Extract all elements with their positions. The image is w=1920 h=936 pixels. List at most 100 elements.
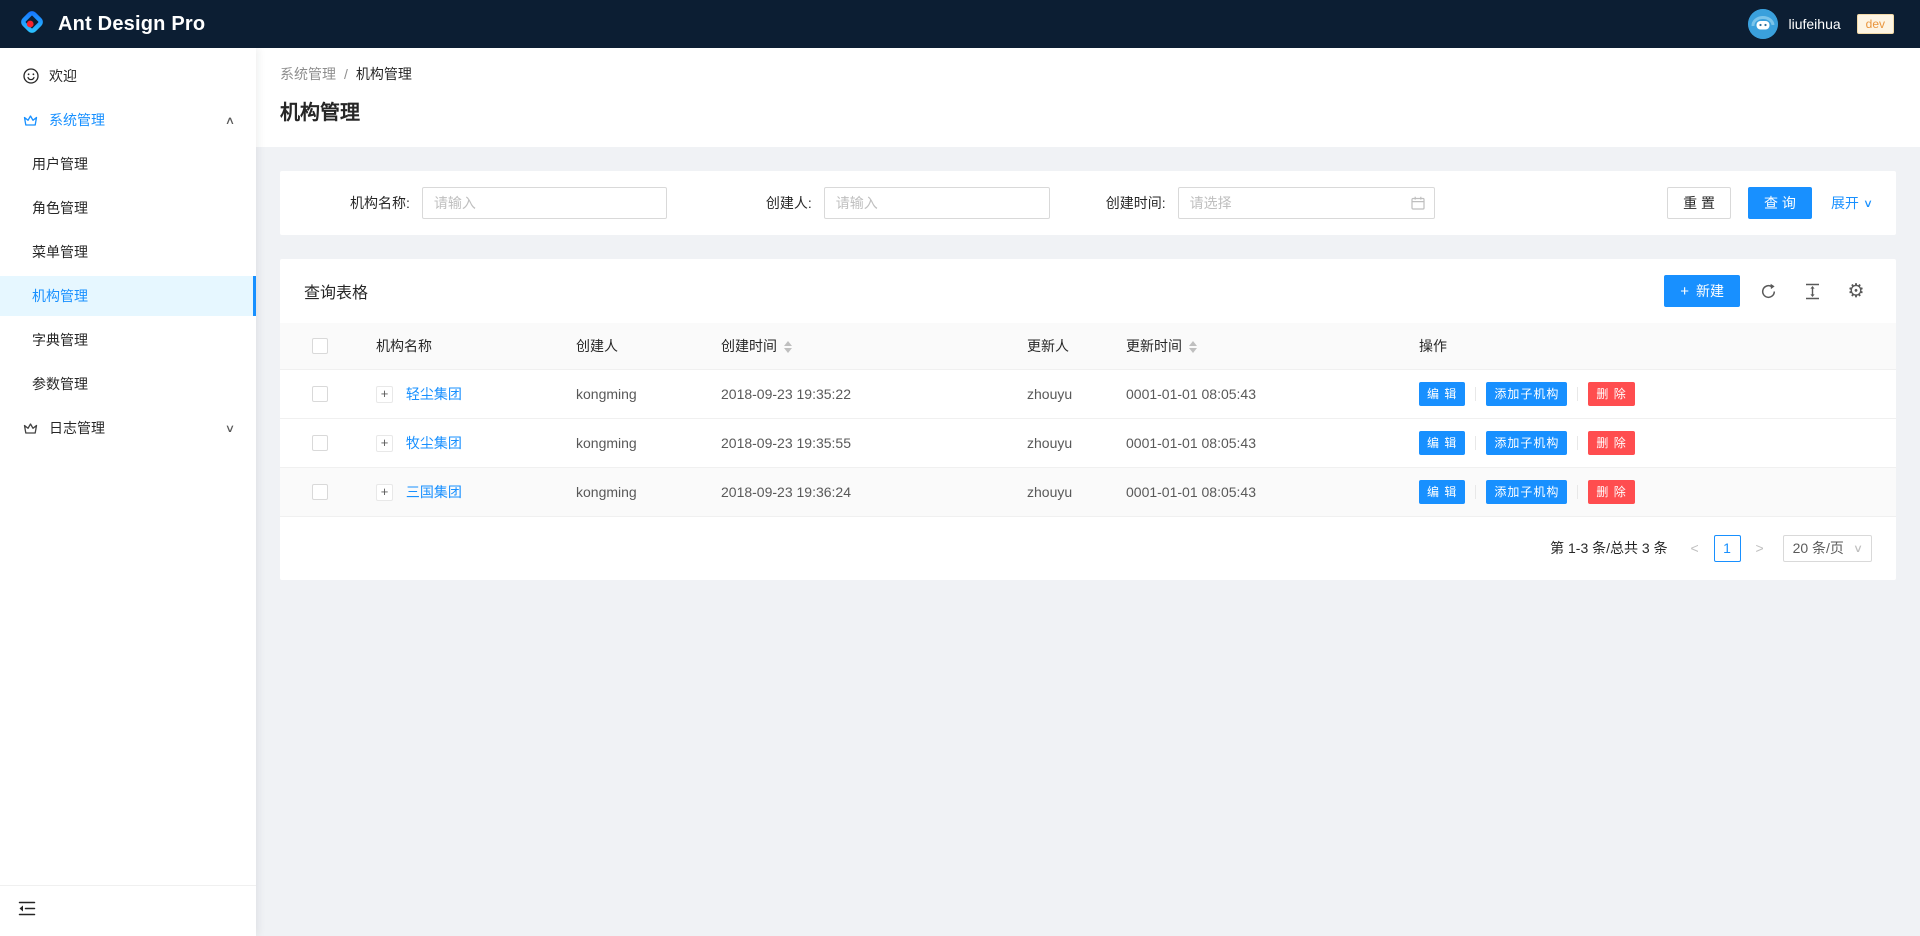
table-row: + 牧尘集团 kongming 2018-09-23 19:35:55 zhou… <box>280 418 1896 467</box>
org-name-link[interactable]: 三国集团 <box>406 484 462 500</box>
chevron-down-icon: ∨ <box>225 422 235 435</box>
row-checkbox[interactable] <box>312 386 328 402</box>
sidebar-item-org-mgmt[interactable]: 机构管理 <box>0 276 256 316</box>
creator-field-group: 创建人: <box>766 187 1050 219</box>
column-header-updater: 更新人 <box>1011 323 1110 369</box>
action-divider <box>1475 436 1476 450</box>
page-size-select[interactable]: 20 条/页 ∨ <box>1783 535 1872 562</box>
sidebar-item-param-mgmt[interactable]: 参数管理 <box>0 364 256 404</box>
sidebar-item-label: 角色管理 <box>32 198 88 218</box>
username-label[interactable]: liufeihua <box>1788 16 1840 32</box>
table-row: + 三国集团 kongming 2018-09-23 19:36:24 zhou… <box>280 467 1896 516</box>
action-divider <box>1475 387 1476 401</box>
search-actions: 重 置 查 询 展开 ∨ <box>1667 187 1872 219</box>
update-time-cell: 0001-01-01 08:05:43 <box>1110 369 1403 418</box>
chevron-up-icon: ∧ <box>225 114 235 127</box>
action-divider <box>1475 485 1476 499</box>
crown-icon <box>22 112 39 129</box>
sidebar-item-label: 机构管理 <box>32 286 88 306</box>
breadcrumb-current: 机构管理 <box>356 64 412 84</box>
column-header-create-time[interactable]: 创建时间 <box>705 323 1011 369</box>
row-checkbox[interactable] <box>312 484 328 500</box>
expand-form-link[interactable]: 展开 ∨ <box>1831 193 1872 213</box>
action-divider <box>1577 485 1578 499</box>
chevron-down-icon: ∨ <box>1863 197 1873 210</box>
column-header-actions: 操作 <box>1403 323 1896 369</box>
reset-button[interactable]: 重 置 <box>1667 187 1731 219</box>
breadcrumb-system[interactable]: 系统管理 <box>280 64 336 84</box>
breadcrumb-separator: / <box>344 66 348 82</box>
pagination: 第 1-3 条/总共 3 条 < 1 > 20 条/页 ∨ <box>280 517 1896 580</box>
expand-row-button[interactable]: + <box>376 484 393 501</box>
new-button[interactable]: + 新建 <box>1664 275 1740 307</box>
org-name-label: 机构名称: <box>350 193 410 213</box>
page-header: 系统管理 / 机构管理 机构管理 <box>256 48 1920 147</box>
breadcrumb: 系统管理 / 机构管理 <box>280 64 1896 84</box>
create-time-cell: 2018-09-23 19:35:55 <box>705 418 1011 467</box>
sidebar-item-label: 参数管理 <box>32 374 88 394</box>
query-button[interactable]: 查 询 <box>1748 187 1812 219</box>
sidebar-submenu-system[interactable]: 系统管理 ∧ <box>0 100 256 140</box>
env-badge: dev <box>1857 14 1894 34</box>
sidebar-item-label: 用户管理 <box>32 154 88 174</box>
updater-cell: zhouyu <box>1011 369 1110 418</box>
prev-page-icon[interactable]: < <box>1684 540 1706 556</box>
app-logo[interactable]: Ant Design Pro <box>18 8 205 41</box>
chevron-down-icon: ∨ <box>1853 542 1863 555</box>
toolbar-actions: + 新建 <box>1664 275 1872 307</box>
page-number-1[interactable]: 1 <box>1714 535 1741 562</box>
calendar-icon <box>1411 196 1425 215</box>
sidebar-item-label: 欢迎 <box>49 66 77 86</box>
new-button-label: 新建 <box>1696 281 1724 301</box>
sidebar-item-menu-mgmt[interactable]: 菜单管理 <box>0 232 256 272</box>
table-card: 查询表格 + 新建 <box>280 259 1896 580</box>
column-header-creator: 创建人 <box>560 323 705 369</box>
menu-fold-icon[interactable] <box>18 901 36 916</box>
row-checkbox[interactable] <box>312 435 328 451</box>
column-height-icon[interactable] <box>1796 275 1828 307</box>
page-title: 机构管理 <box>280 96 1896 125</box>
expand-row-button[interactable]: + <box>376 386 393 403</box>
sidebar-item-role-mgmt[interactable]: 角色管理 <box>0 188 256 228</box>
sidebar: 欢迎 系统管理 ∧ 用户管理 角色管理 菜单管理 机构 <box>0 48 256 936</box>
org-name-input[interactable] <box>422 187 667 219</box>
creator-cell: kongming <box>560 369 705 418</box>
org-name-link[interactable]: 轻尘集团 <box>406 386 462 402</box>
edit-button[interactable]: 编 辑 <box>1419 431 1465 455</box>
delete-button[interactable]: 删 除 <box>1588 431 1634 455</box>
add-child-org-button[interactable]: 添加子机构 <box>1486 480 1567 504</box>
update-time-cell: 0001-01-01 08:05:43 <box>1110 418 1403 467</box>
sidebar-item-user-mgmt[interactable]: 用户管理 <box>0 144 256 184</box>
select-all-checkbox[interactable] <box>312 338 328 354</box>
user-avatar[interactable] <box>1748 9 1778 39</box>
action-divider <box>1577 387 1578 401</box>
expand-row-button[interactable]: + <box>376 435 393 452</box>
creator-input[interactable] <box>824 187 1050 219</box>
create-time-input[interactable] <box>1178 187 1435 219</box>
reload-icon[interactable] <box>1752 275 1784 307</box>
sidebar-item-dict-mgmt[interactable]: 字典管理 <box>0 320 256 360</box>
delete-button[interactable]: 删 除 <box>1588 382 1634 406</box>
crown-icon <box>22 420 39 437</box>
create-time-picker[interactable] <box>1178 187 1435 219</box>
column-header-org-name: 机构名称 <box>360 323 560 369</box>
content-area: 机构名称: 创建人: 创建时间: <box>256 147 1920 936</box>
edit-button[interactable]: 编 辑 <box>1419 480 1465 504</box>
create-time-label: 创建时间: <box>1106 193 1166 213</box>
search-form-card: 机构名称: 创建人: 创建时间: <box>280 171 1896 235</box>
delete-button[interactable]: 删 除 <box>1588 480 1634 504</box>
settings-gear-icon[interactable]: ⚙ <box>1840 275 1872 307</box>
org-name-link[interactable]: 牧尘集团 <box>406 435 462 451</box>
add-child-org-button[interactable]: 添加子机构 <box>1486 431 1567 455</box>
sort-icon[interactable] <box>784 341 792 353</box>
sidebar-item-label: 字典管理 <box>32 330 88 350</box>
sidebar-item-welcome[interactable]: 欢迎 <box>0 56 256 96</box>
next-page-icon[interactable]: > <box>1749 540 1771 556</box>
sidebar-submenu-log[interactable]: 日志管理 ∨ <box>0 408 256 448</box>
sort-icon[interactable] <box>1189 341 1197 353</box>
action-divider <box>1577 436 1578 450</box>
updater-cell: zhouyu <box>1011 467 1110 516</box>
add-child-org-button[interactable]: 添加子机构 <box>1486 382 1567 406</box>
edit-button[interactable]: 编 辑 <box>1419 382 1465 406</box>
column-header-update-time[interactable]: 更新时间 <box>1110 323 1403 369</box>
